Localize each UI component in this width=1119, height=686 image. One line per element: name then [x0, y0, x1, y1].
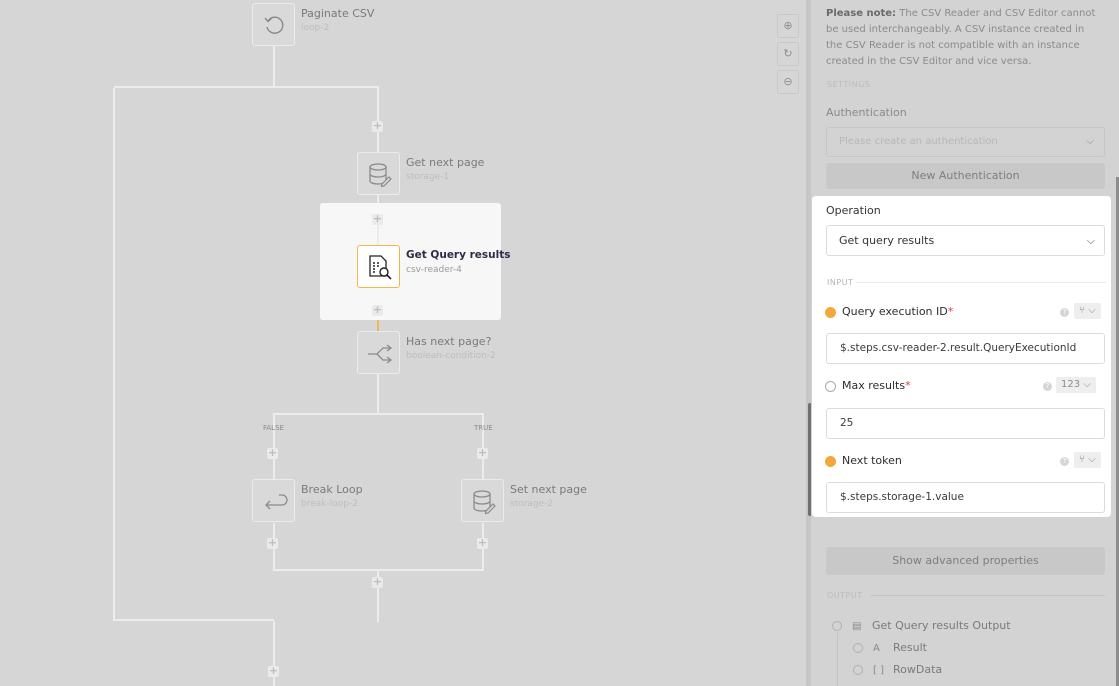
radio-icon [853, 665, 863, 675]
node-title: Paginate CSV [301, 7, 375, 20]
text-type-icon: A [873, 643, 880, 654]
next-token-label: Next token [842, 454, 902, 467]
branch-true-label: TRUE [474, 424, 493, 432]
help-icon[interactable]: ? [1043, 382, 1052, 391]
loop-icon [252, 3, 295, 46]
add-step-button[interactable]: + [267, 447, 278, 459]
branch-false-label: FALSE [263, 424, 284, 432]
add-step-button[interactable]: + [267, 537, 278, 549]
chevron-down-icon: ⌵ [1086, 234, 1095, 247]
new-authentication-button[interactable]: New Authentication [826, 163, 1105, 189]
divider [870, 595, 1105, 596]
zoom-toolbar: ⊕ ↻ ⊖ [777, 14, 799, 98]
query-execution-id-label: Query execution ID* [842, 305, 954, 318]
output-tree-result[interactable]: A Result [853, 641, 927, 654]
help-icon[interactable]: ? [1060, 457, 1069, 466]
zoom-in-icon[interactable]: ⊕ [777, 14, 799, 38]
output-tree-rowdata[interactable]: [ ] RowData [853, 663, 942, 676]
max-results-input[interactable]: 25 [826, 408, 1105, 439]
next-token-input[interactable]: $.steps.storage-1.value [826, 482, 1105, 513]
tree-guide [837, 633, 838, 686]
connector [273, 46, 275, 86]
array-type-icon: [ ] [873, 665, 884, 676]
workflow-canvas[interactable]: + + + + + + + + + FALSE TRUE Paginate CS… [0, 0, 806, 686]
loop-connector [113, 88, 115, 621]
authentication-label: Authentication [826, 106, 907, 119]
query-execution-id-input[interactable]: $.steps.csv-reader-2.result.QueryExecuti… [826, 333, 1105, 364]
output-section-title: OUTPUT [827, 591, 863, 600]
operation-input-card: Operation Get query results ⌵ INPUT Query… [812, 196, 1111, 517]
number-type-selector[interactable]: 123 ⌵ [1056, 377, 1096, 393]
output-tree-root[interactable]: ▤ Get Query results Output [832, 619, 1011, 632]
help-icon[interactable]: ? [1060, 308, 1069, 317]
node-id: csv-reader-4 [406, 265, 462, 275]
node-title: Get next page [406, 156, 485, 169]
node-title: Set next page [510, 483, 587, 496]
node-id: boolean-condition-2 [406, 351, 496, 361]
csv-reader-icon [357, 245, 400, 288]
add-step-button[interactable]: + [372, 213, 383, 225]
break-loop-icon [252, 479, 295, 522]
add-step-button[interactable]: + [372, 120, 383, 132]
add-step-button[interactable]: + [372, 576, 383, 588]
add-step-button[interactable]: + [372, 304, 383, 316]
variable-type-icon[interactable]: ⑂ ⌵ [1074, 303, 1101, 319]
operation-select[interactable]: Get query results ⌵ [826, 225, 1105, 256]
connector [377, 374, 379, 414]
csv-note: Please note: The CSV Reader and CSV Edit… [826, 8, 1096, 67]
branch-icon [357, 331, 400, 374]
radio-icon [853, 643, 863, 653]
reset-zoom-icon[interactable]: ↻ [777, 42, 799, 66]
field-status-icon [825, 307, 836, 318]
node-title: Break Loop [301, 483, 363, 496]
variable-type-icon[interactable]: ⑂ ⌵ [1074, 452, 1101, 468]
table-icon: ▤ [852, 621, 862, 632]
show-advanced-properties-button[interactable]: Show advanced properties [826, 547, 1105, 575]
authentication-select[interactable]: Please create an authentication ⌵ [826, 127, 1105, 157]
add-step-button[interactable]: + [268, 665, 279, 677]
settings-section-title: SETTINGS [827, 80, 871, 89]
add-step-button[interactable]: + [477, 447, 488, 459]
divider [856, 282, 1106, 283]
zoom-out-icon[interactable]: ⊖ [777, 70, 799, 94]
node-id: storage-2 [510, 499, 554, 509]
chevron-down-icon: ⌵ [1086, 136, 1094, 147]
connector [114, 86, 379, 88]
field-status-icon [825, 381, 836, 392]
node-id: storage-1 [406, 172, 450, 182]
loop-connector [114, 619, 274, 621]
storage-icon [461, 479, 504, 522]
node-id: break-loop-2 [301, 499, 358, 509]
operation-label: Operation [826, 204, 881, 217]
node-title: Has next page? [406, 335, 492, 348]
node-title: Get Query results [406, 249, 511, 261]
max-results-label: Max results* [842, 379, 911, 392]
connector [377, 225, 379, 246]
add-step-button[interactable]: + [477, 537, 488, 549]
selected-step-highlight [320, 203, 501, 320]
node-id: loop-2 [301, 23, 330, 33]
connector [273, 413, 483, 415]
storage-icon [357, 152, 400, 195]
radio-icon [832, 621, 842, 631]
input-section-title: INPUT [827, 278, 854, 287]
field-status-icon [825, 456, 836, 467]
